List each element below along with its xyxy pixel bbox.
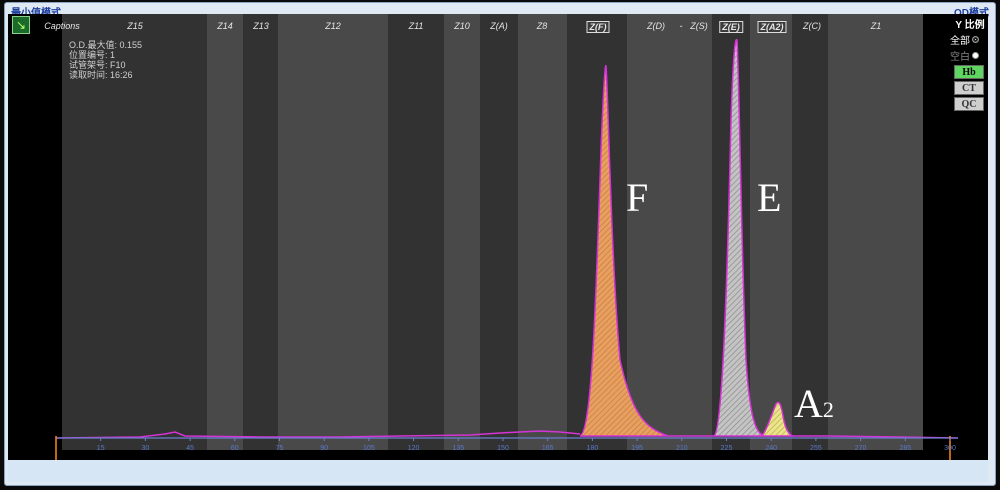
x-tick-label: 285 [899,445,911,452]
peak-label-f: F [626,175,649,220]
x-tick-label: 105 [363,445,375,452]
zone-band [243,14,278,450]
x-tick-label: 60 [231,445,239,452]
zone-label-z12: Z12 [325,21,341,31]
zone-band [278,14,388,450]
x-tick-label: 240 [765,445,777,452]
zone-band [518,14,567,450]
peak-label-a: A [794,381,823,426]
zone-label-z11: Z11 [408,21,424,31]
zone-band [388,14,444,450]
x-tick-label: 195 [631,445,643,452]
sample-info: O.D.最大值: 0.155 位置编号: 1 试管架号: F10 读取时间: 1… [69,40,142,80]
zone-label-ze: Z(E) [719,21,743,33]
zone-label-z15: Z15 [127,21,143,31]
y-scale-title: Y 比例 [955,20,985,31]
radio-empty[interactable]: 空白 [950,48,990,63]
x-tick-label: 75 [276,445,284,452]
peak-label-a2: A2 [794,380,834,427]
zone-band [444,14,480,450]
radio-all-label: 全部 [950,36,970,47]
x-tick-label: 225 [721,445,733,452]
read-time-text: 读取时间: 16:26 [69,70,133,80]
od-max-text: O.D.最大值: 0.155 [69,40,143,50]
zone-band [828,14,923,450]
zone-label-zs: Z(S) [690,21,708,31]
zone-label-za2: Z(A2) [757,21,787,33]
x-tick-label: 300 [944,445,956,452]
radio-all[interactable]: 全部 [950,32,990,47]
qc-button[interactable]: QC [954,97,984,111]
x-tick-label: 255 [810,445,822,452]
expand-arrow-icon[interactable]: ↘ [12,16,30,34]
hb-button[interactable]: Hb [954,65,984,79]
tube-rack-text: 试管架号: F10 [69,60,126,70]
ct-button[interactable]: CT [954,81,984,95]
x-tick-label: 90 [320,445,328,452]
x-tick-label: 135 [452,445,464,452]
x-tick-label: 30 [142,445,150,452]
x-tick-label: 150 [497,445,509,452]
x-tick-label: 120 [408,445,420,452]
zone-label-z13: Z13 [253,21,269,31]
x-tick-label: 270 [855,445,867,452]
x-tick-label: 45 [186,445,194,452]
zone-label-za: Z(A) [490,21,508,31]
zone-label-z1: Z1 [870,21,882,31]
x-tick-label: 180 [587,445,599,452]
radio-unselected-icon[interactable] [972,52,979,59]
y-scale-panel: Y 比例 全部 空白 Hb CT QC [950,16,990,111]
zone-label-zf: Z(F) [586,21,610,33]
peak-label-e: E [757,175,782,220]
x-tick-label: 210 [676,445,688,452]
zone-label-z14: Z14 [217,21,233,31]
zone-label-zc: Z(C) [803,21,821,31]
zone-label-zd: Z(D) [647,21,665,31]
radio-empty-label: 空白 [950,52,970,63]
radio-selected-icon[interactable] [972,36,979,43]
zone-band [480,14,518,450]
zone-band [207,14,243,450]
zone-label-dash: - [679,21,683,31]
x-tick-label: 165 [542,445,554,452]
position-text: 位置编号: 1 [69,50,116,60]
peak-label-a-sub: 2 [822,397,834,422]
zone-label-z8: Z8 [536,21,548,31]
chromatogram-svg: 15 30 45 60 75 90 105 120 135 150 165 180 195 210 225 2… [55,14,959,460]
zone-band [750,14,792,450]
x-tick-label: 15 [97,445,105,452]
zone-label-z10: Z10 [454,21,470,31]
captions-label: Captions [44,21,80,31]
zone-band [627,14,712,450]
